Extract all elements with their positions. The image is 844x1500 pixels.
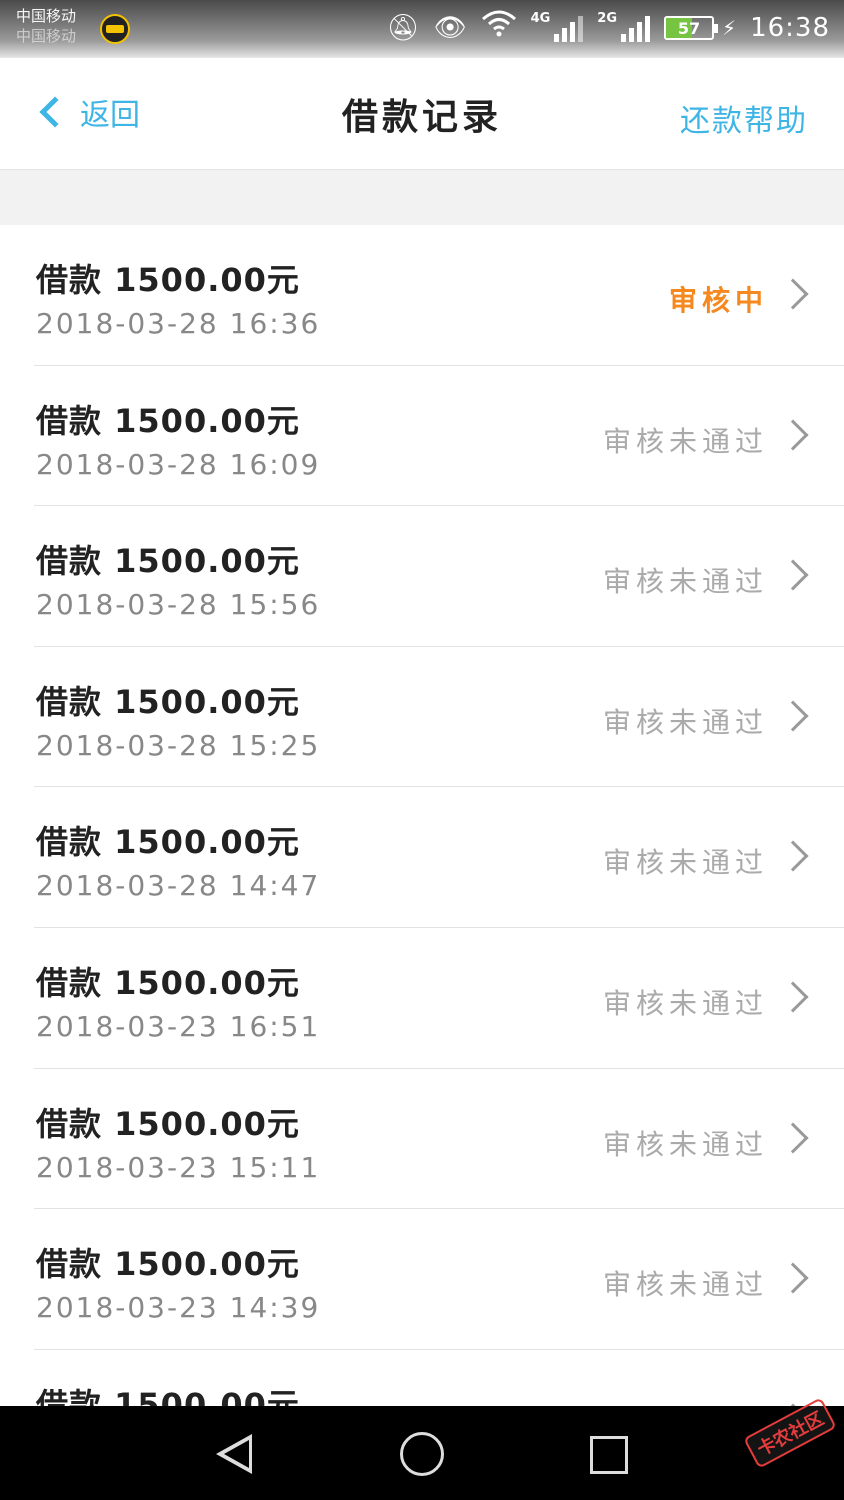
list-item[interactable]: 借款 1500.00元 2018-03-28 15:56 审核未通过 (0, 506, 844, 647)
list-item[interactable]: 借款 1500.00元 (0, 1350, 844, 1406)
chevron-right-icon (777, 1122, 809, 1154)
section-divider (0, 170, 844, 225)
record-status: 审核未通过 (602, 986, 768, 1020)
loan-record-list: 借款 1500.00元 2018-03-28 16:36 审核中 借款 1500… (0, 225, 844, 1406)
status-icons: 🔕︎ 👁︎ 4G 2G 57 ⚡︎ 16:38 (387, 10, 830, 46)
record-time: 2018-03-23 16:51 (36, 1009, 321, 1043)
record-title: 借款 1500.00元 (36, 823, 300, 862)
chevron-right-icon (777, 981, 809, 1013)
chevron-right-icon (777, 278, 809, 310)
back-label: 返回 (80, 98, 140, 133)
list-item[interactable]: 借款 1500.00元 2018-03-23 15:11 审核未通过 (0, 1069, 844, 1210)
record-title: 借款 1500.00元 (36, 1245, 300, 1284)
list-item[interactable]: 借款 1500.00元 2018-03-28 16:36 审核中 (0, 225, 844, 366)
record-title: 借款 1500.00元 (36, 542, 300, 581)
app-notification-icon (100, 14, 130, 44)
signal-2-icon (621, 14, 651, 42)
status-bar: 中国移动 中国移动 🔕︎ 👁︎ 4G 2G 57 ⚡︎ 16:38 (0, 0, 844, 58)
system-nav-bar: 卡农社区 (0, 1397, 844, 1500)
back-button[interactable]: 返回 (32, 86, 140, 138)
record-time: 2018-03-28 14:47 (36, 869, 321, 903)
chevron-right-icon (777, 559, 809, 591)
record-time: 2018-03-23 14:39 (36, 1291, 321, 1325)
system-recents-icon[interactable] (590, 1436, 628, 1474)
record-time: 2018-03-23 15:11 (36, 1150, 321, 1184)
record-status: 审核未通过 (602, 1268, 768, 1302)
nav-bar: 返回 借款记录 还款帮助 (0, 58, 844, 170)
carrier-2-label: 中国移动 (16, 27, 77, 45)
list-item[interactable]: 借款 1500.00元 2018-03-28 14:47 审核未通过 (0, 787, 844, 928)
record-title: 借款 1500.00元 (36, 682, 300, 721)
record-status: 审核未通过 (602, 424, 768, 458)
record-time: 2018-03-28 16:09 (36, 447, 321, 481)
clock: 16:38 (750, 13, 830, 43)
network-2-label: 2G (597, 10, 618, 26)
list-item[interactable]: 借款 1500.00元 2018-03-23 16:51 审核未通过 (0, 928, 844, 1069)
chevron-left-icon (39, 96, 71, 128)
record-time: 2018-03-28 16:36 (36, 307, 321, 340)
mute-icon: 🔕︎ (386, 13, 420, 43)
record-title: 借款 1500.00元 (36, 1104, 300, 1143)
network-1-label: 4G (530, 10, 551, 26)
record-time: 2018-03-28 15:25 (36, 728, 321, 762)
chevron-right-icon (777, 840, 809, 872)
record-status: 审核未通过 (602, 705, 768, 739)
record-time: 2018-03-28 15:56 (36, 588, 321, 622)
record-title: 借款 1500.00元 (36, 401, 300, 440)
carrier-1-label: 中国移动 (16, 7, 77, 25)
record-status: 审核中 (668, 284, 768, 317)
carrier-info: 中国移动 中国移动 (16, 6, 76, 46)
signal-1-icon (554, 14, 584, 42)
record-title: 借款 1500.00元 (36, 963, 300, 1002)
eye-comfort-icon: 👁︎ (433, 13, 467, 43)
system-home-icon[interactable] (400, 1432, 444, 1476)
chevron-right-icon (777, 419, 809, 451)
repayment-help-link[interactable]: 还款帮助 (680, 96, 808, 140)
list-item[interactable]: 借款 1500.00元 2018-03-28 15:25 审核未通过 (0, 647, 844, 788)
battery-level: 57 (677, 18, 701, 38)
record-title: 借款 1500.00元 (36, 261, 300, 299)
list-item[interactable]: 借款 1500.00元 2018-03-23 14:39 审核未通过 (0, 1209, 844, 1350)
charging-icon: ⚡︎ (722, 16, 737, 40)
system-back-icon[interactable] (216, 1434, 252, 1474)
record-status: 审核未通过 (602, 565, 768, 599)
list-item[interactable]: 借款 1500.00元 2018-03-28 16:09 审核未通过 (0, 366, 844, 507)
wifi-icon (481, 9, 517, 47)
chevron-right-icon (777, 1262, 809, 1294)
chevron-right-icon (777, 700, 809, 732)
record-title: 借款 1500.00元 (36, 1385, 300, 1406)
record-status: 审核未通过 (602, 1127, 768, 1161)
battery-icon: 57 (664, 16, 719, 40)
record-status: 审核未通过 (602, 846, 768, 880)
watermark-logo: 卡农社区 (743, 1397, 837, 1469)
